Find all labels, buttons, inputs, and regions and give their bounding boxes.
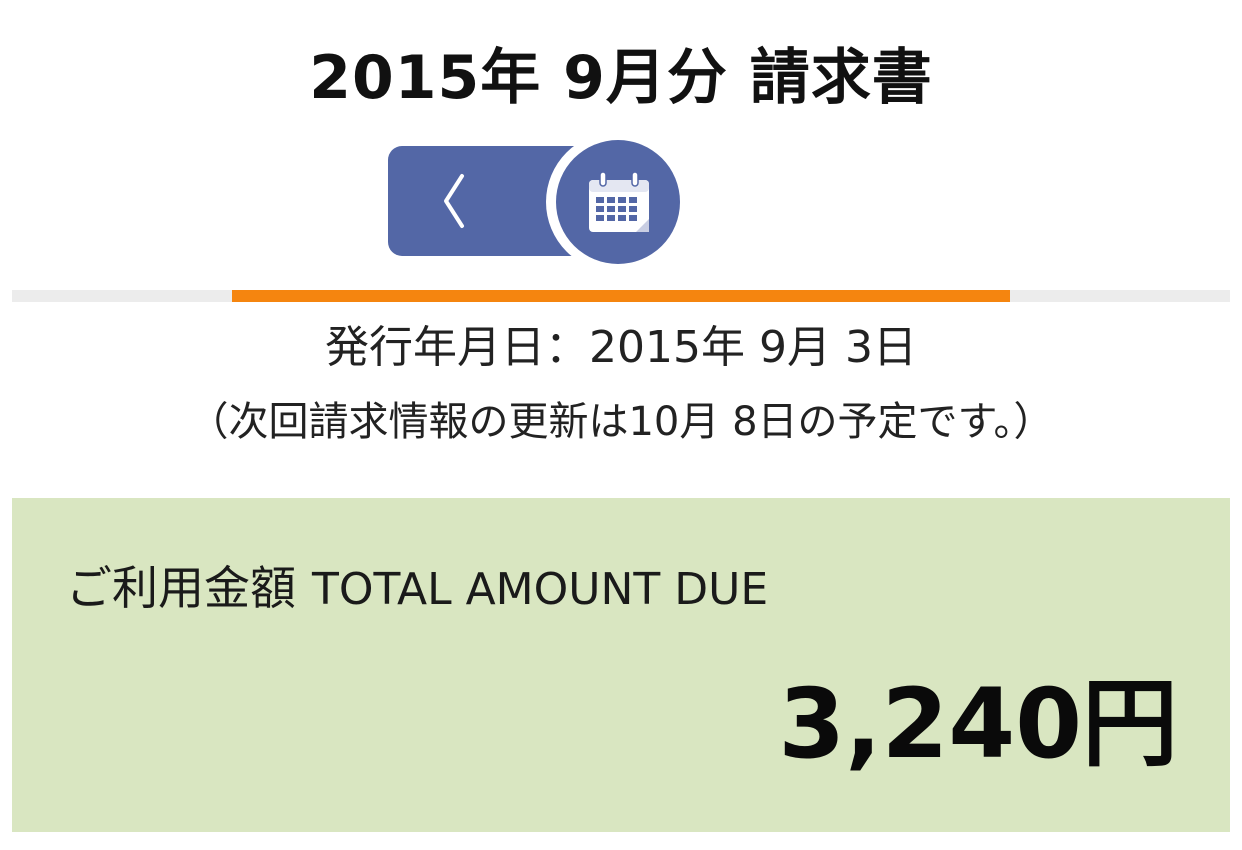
total-label: ご利用金額 TOTAL AMOUNT DUE bbox=[66, 556, 768, 622]
total-label-ja: ご利用金額 bbox=[66, 561, 296, 615]
month-navigation bbox=[388, 132, 698, 272]
tab-strip bbox=[12, 290, 1230, 302]
calendar-button[interactable] bbox=[546, 132, 686, 272]
calendar-icon bbox=[589, 171, 649, 232]
next-update-note: （次回請求情報の更新は10月 8日の予定です。） bbox=[188, 399, 1054, 445]
active-tab-indicator bbox=[232, 290, 1010, 302]
invoice-page: 2015年 9月分 請求書 発行年月日：2015年 9月 3日 （次回請求情報の… bbox=[0, 0, 1242, 850]
total-amount: 3,240円 bbox=[778, 668, 1178, 780]
total-label-en: TOTAL AMOUNT DUE bbox=[312, 564, 769, 615]
page-title: 2015年 9月分 請求書 bbox=[309, 43, 933, 113]
total-amount-panel: ご利用金額 TOTAL AMOUNT DUE 3,240円 bbox=[12, 498, 1230, 832]
issue-date: 発行年月日：2015年 9月 3日 bbox=[325, 322, 917, 373]
chevron-left-icon bbox=[444, 174, 464, 228]
